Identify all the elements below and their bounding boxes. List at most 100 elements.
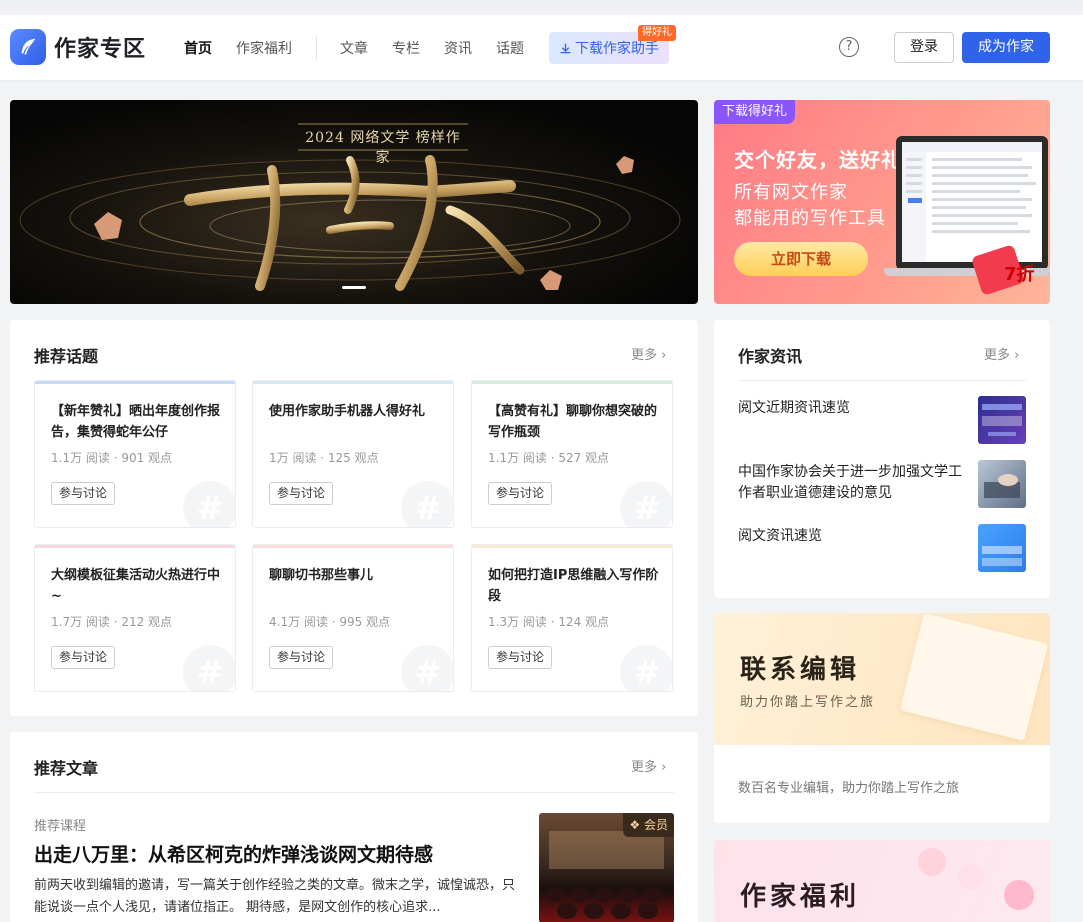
topic-accent-bar <box>253 545 453 548</box>
news-thumbnail <box>978 460 1026 508</box>
topic-card[interactable]: 聊聊切书那些事儿 4.1万 阅读 · 995 观点 参与讨论 # <box>252 544 454 692</box>
topic-accent-bar <box>253 381 453 384</box>
nav-news-link[interactable]: 资讯 <box>444 38 472 58</box>
articles-more-link[interactable]: 更多 › <box>631 756 666 775</box>
promo-headline: 交个好友，送好礼 <box>734 148 902 172</box>
article-summary[interactable]: 前两天收到编辑的邀请，写一篇关于创作经验之类的文章。微末之学，诚惶诚恐，只能说谈… <box>34 875 518 919</box>
nav-divider <box>316 36 317 60</box>
download-icon <box>560 43 571 53</box>
promo-line1: 所有网文作家 <box>734 182 848 203</box>
hash-icon: # <box>401 645 453 691</box>
join-discussion-button[interactable]: 参与讨论 <box>488 482 553 505</box>
hash-icon: # <box>183 645 235 691</box>
vip-badge: ❖ 会员 <box>623 813 674 837</box>
nav-columns[interactable]: 专栏 <box>392 15 420 81</box>
banner-subtitle: 2024 网络文学 榜样作家 <box>305 130 461 166</box>
article-tag: 推荐课程 <box>34 819 87 834</box>
topic-title: 【高赞有礼】聊聊你想突破的写作瓶颈 <box>488 404 658 440</box>
nav-columns-link[interactable]: 专栏 <box>392 38 420 58</box>
news-more-link[interactable]: 更多 › <box>984 344 1019 363</box>
join-discussion-button[interactable]: 参与讨论 <box>51 482 116 505</box>
writer-news-card: 作家资讯 更多 › 阅文近期资讯速览 中国作家协会关于进一步加强文学工作者职业道… <box>714 320 1050 598</box>
topic-meta: 1.1万 阅读 · 901 观点 <box>51 451 173 465</box>
topic-card[interactable]: 【高赞有礼】聊聊你想突破的写作瓶颈 1.1万 阅读 · 527 观点 参与讨论 … <box>471 380 673 528</box>
contact-editor-desc: 数百名专业编辑，助力你踏上写作之旅 <box>738 781 960 796</box>
contact-editor-title: 联系编辑 <box>740 655 861 685</box>
contact-editor-card[interactable]: 联系编辑 助力你踏上写作之旅 数百名专业编辑，助力你踏上写作之旅 <box>714 613 1050 823</box>
news-item-text[interactable]: 阅文近期资讯速览 <box>738 398 966 419</box>
discount-label: 7折 <box>1004 264 1035 285</box>
topic-accent-bar <box>35 381 235 384</box>
writer-welfare-card[interactable]: 作家福利 <box>714 840 1050 922</box>
topic-accent-bar <box>472 381 672 384</box>
gift-badge: 得好礼 <box>638 25 676 41</box>
download-promo-banner[interactable]: 下载得好礼 交个好友，送好礼 所有网文作家 都能用的写作工具 立即下载 7折 <box>714 100 1050 304</box>
topic-title: 使用作家助手机器人得好礼 <box>269 404 426 419</box>
topic-title: 【新年赞礼】晒出年度创作报告，集赞得蛇年公仔 <box>51 404 221 440</box>
header: 作家专区 首页 作家福利 文章 专栏 资讯 话题 下载作家助手 得好礼 ? 登录… <box>0 15 1083 81</box>
top-strip <box>0 0 1083 10</box>
nav-welfare[interactable]: 作家福利 <box>236 15 292 81</box>
news-item[interactable]: 阅文资讯速览 <box>738 524 1026 576</box>
articles-divider <box>34 792 674 793</box>
join-discussion-button[interactable]: 参与讨论 <box>488 646 553 669</box>
article-thumbnail[interactable]: ❖ 会员 <box>539 813 674 922</box>
news-item[interactable]: 中国作家协会关于进一步加强文学工作者职业道德建设的意见 <box>738 460 1026 512</box>
topic-card[interactable]: 大纲模板征集活动火热进行中~ 1.7万 阅读 · 212 观点 参与讨论 # <box>34 544 236 692</box>
topic-card[interactable]: 如何把打造IP思维融入写作阶段 1.3万 阅读 · 124 观点 参与讨论 # <box>471 544 673 692</box>
topics-more-link[interactable]: 更多 › <box>631 344 666 363</box>
nav-welfare-link[interactable]: 作家福利 <box>236 38 292 58</box>
download-assistant-label: 下载作家助手 <box>575 41 659 57</box>
laptop-illustration <box>896 136 1048 270</box>
nav-articles-link[interactable]: 文章 <box>340 38 368 58</box>
news-item-text[interactable]: 中国作家协会关于进一步加强文学工作者职业道德建设的意见 <box>738 462 966 504</box>
help-icon[interactable]: ? <box>839 37 859 57</box>
contact-editor-banner: 联系编辑 助力你踏上写作之旅 <box>714 613 1050 745</box>
nav-articles[interactable]: 文章 <box>340 15 368 81</box>
feather-logo-icon <box>10 29 46 65</box>
join-discussion-button[interactable]: 参与讨论 <box>269 482 334 505</box>
hero-banner[interactable]: 2024 网络文学 榜样作家 <box>10 100 698 304</box>
chevron-right-icon: › <box>1014 348 1020 363</box>
chevron-right-icon: › <box>661 760 667 775</box>
news-more-label: 更多 <box>984 348 1011 363</box>
news-thumbnail <box>978 396 1026 444</box>
crown-icon: ❖ <box>629 818 641 832</box>
nav-topics-link[interactable]: 话题 <box>496 38 524 58</box>
become-writer-button[interactable]: 成为作家 <box>962 32 1050 63</box>
hash-icon: # <box>401 481 453 527</box>
topic-meta: 4.1万 阅读 · 995 观点 <box>269 615 391 629</box>
article-headline[interactable]: 出走八万里：从希区柯克的炸弹浅谈网文期待感 <box>34 840 433 867</box>
envelope-icon <box>899 613 1049 741</box>
topic-card[interactable]: 【新年赞礼】晒出年度创作报告，集赞得蛇年公仔 1.1万 阅读 · 901 观点 … <box>34 380 236 528</box>
topic-title: 如何把打造IP思维融入写作阶段 <box>488 568 659 604</box>
join-discussion-button[interactable]: 参与讨论 <box>269 646 334 669</box>
recommended-topics-card: 推荐话题 更多 › 【新年赞礼】晒出年度创作报告，集赞得蛇年公仔 1.1万 阅读… <box>10 320 698 716</box>
chevron-right-icon: › <box>661 348 667 363</box>
topics-title: 推荐话题 <box>34 347 99 366</box>
contact-editor-subtitle: 助力你踏上写作之旅 <box>740 695 876 710</box>
logo[interactable]: 作家专区 <box>10 29 146 65</box>
join-discussion-button[interactable]: 参与讨论 <box>51 646 116 669</box>
nav-topics[interactable]: 话题 <box>496 15 524 81</box>
topic-accent-bar <box>472 545 672 548</box>
topic-accent-bar <box>35 545 235 548</box>
topic-meta: 1万 阅读 · 125 观点 <box>269 451 379 465</box>
promo-download-button[interactable]: 立即下载 <box>734 242 868 276</box>
nav-news[interactable]: 资讯 <box>444 15 472 81</box>
hash-icon: # <box>183 481 235 527</box>
topic-meta: 1.3万 阅读 · 124 观点 <box>488 615 610 629</box>
news-item[interactable]: 阅文近期资讯速览 <box>738 396 1026 448</box>
topic-meta: 1.1万 阅读 · 527 观点 <box>488 451 610 465</box>
articles-more-label: 更多 <box>631 760 658 775</box>
welfare-title: 作家福利 <box>740 882 861 912</box>
topic-card[interactable]: 使用作家助手机器人得好礼 1万 阅读 · 125 观点 参与讨论 # <box>252 380 454 528</box>
hash-icon: # <box>620 481 672 527</box>
carousel-indicator[interactable] <box>342 286 366 289</box>
hash-icon: # <box>620 645 672 691</box>
news-item-text[interactable]: 阅文资讯速览 <box>738 526 966 547</box>
nav-home[interactable]: 首页 <box>184 15 212 81</box>
nav-home-link[interactable]: 首页 <box>184 38 212 58</box>
login-button[interactable]: 登录 <box>894 32 954 63</box>
topic-title: 大纲模板征集活动火热进行中~ <box>51 568 221 604</box>
